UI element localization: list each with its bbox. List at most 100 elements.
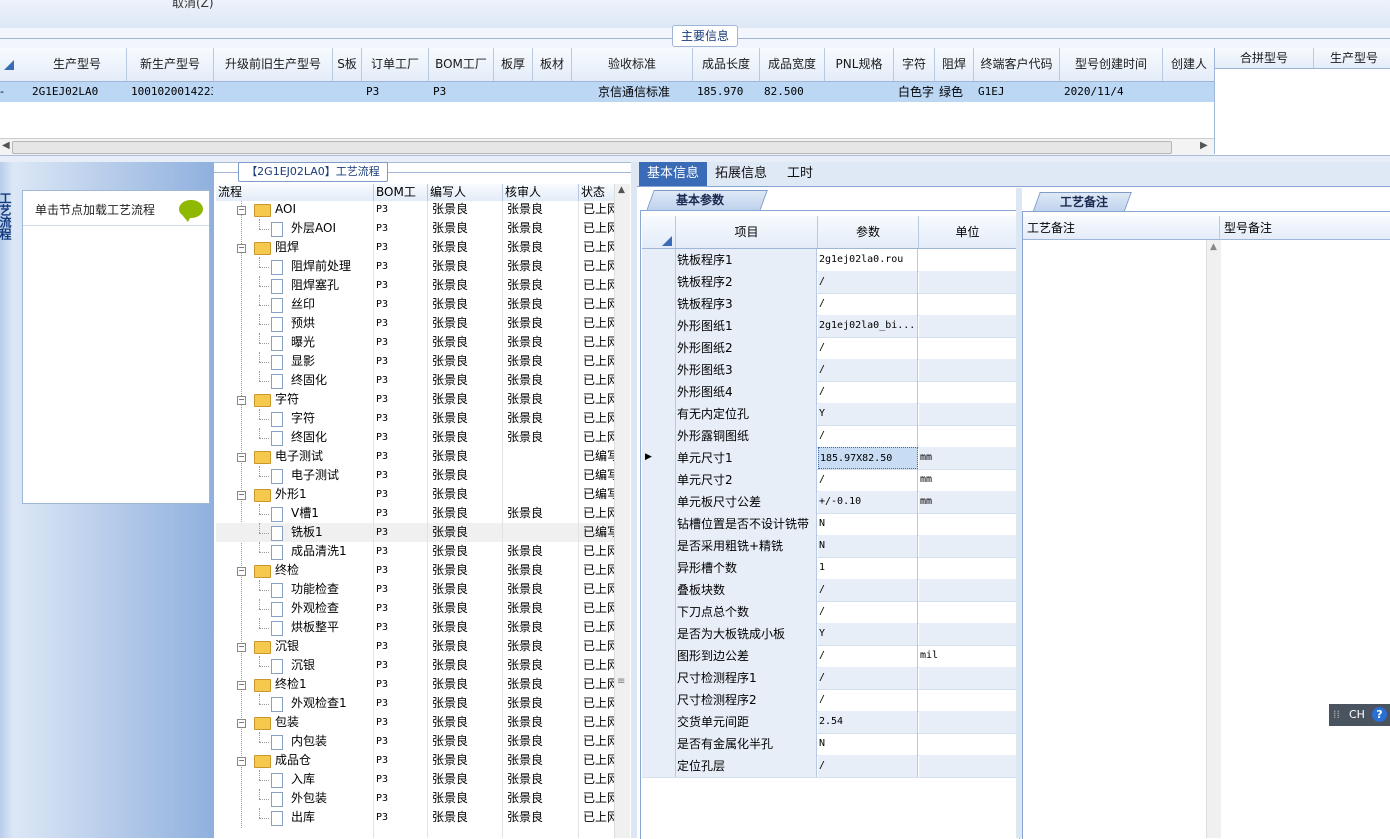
- scrollbar-thumb[interactable]: [12, 141, 1172, 154]
- param-value[interactable]: /: [818, 601, 918, 623]
- tree-node-label[interactable]: 字符: [275, 390, 299, 409]
- param-row[interactable]: 铣板程序2/: [642, 271, 1016, 294]
- col-flow[interactable]: 流程: [216, 184, 374, 201]
- tree-node-label[interactable]: AOI: [275, 201, 296, 219]
- top-col-header[interactable]: 验收标准: [572, 48, 693, 81]
- merge-col-header[interactable]: 合拼型号: [1215, 48, 1314, 68]
- col-bom[interactable]: BOM工厂: [374, 184, 428, 216]
- tree-vertical-scrollbar[interactable]: ▲ ≡: [614, 184, 630, 838]
- params-title-tab[interactable]: 基本参数: [640, 188, 768, 211]
- collapse-icon[interactable]: −: [237, 681, 246, 690]
- tree-node-label[interactable]: 终检1: [275, 675, 307, 694]
- param-row[interactable]: 铣板程序3/: [642, 293, 1016, 316]
- param-value[interactable]: 2g1ej02la0.rou: [818, 249, 918, 271]
- cancel-button[interactable]: 取消(Z): [172, 0, 214, 11]
- tree-row[interactable]: − 沉银 P3 张景良 张景良 已上网: [216, 637, 616, 656]
- param-value[interactable]: N: [818, 513, 918, 535]
- tree-row[interactable]: 出库 P3 张景良 张景良 已上网: [216, 808, 616, 827]
- tree-node-label[interactable]: 终固化: [291, 371, 327, 390]
- top-col-header[interactable]: BOM工厂: [429, 48, 494, 81]
- tree-node-label[interactable]: V槽1: [291, 504, 319, 523]
- table-cell[interactable]: 京信通信标准: [572, 82, 692, 102]
- param-row[interactable]: 图形到边公差 / mil: [642, 645, 1016, 668]
- collapse-icon[interactable]: −: [237, 244, 246, 253]
- top-col-header[interactable]: 成品宽度: [760, 48, 825, 81]
- tree-node-label[interactable]: 阻焊塞孔: [291, 276, 339, 295]
- tree-row[interactable]: 功能检查 P3 张景良 张景良 已上网: [216, 580, 616, 599]
- param-value[interactable]: N: [818, 535, 918, 557]
- param-value[interactable]: Y: [818, 403, 918, 425]
- top-col-header[interactable]: 字符: [894, 48, 935, 81]
- param-value[interactable]: 2.54: [818, 711, 918, 733]
- scroll-left-icon[interactable]: ◀: [2, 140, 10, 151]
- tree-row[interactable]: 字符 P3 张景良 张景良 已上网: [216, 409, 616, 428]
- param-value[interactable]: /: [818, 689, 918, 711]
- param-row[interactable]: 外形图纸2/: [642, 337, 1016, 360]
- speech-bubble-icon[interactable]: [179, 200, 203, 222]
- table-cell[interactable]: 82.500: [760, 82, 824, 102]
- param-value[interactable]: /: [818, 359, 918, 381]
- select-all-corner[interactable]: [4, 60, 14, 70]
- top-col-header[interactable]: 升级前旧生产型号: [214, 48, 333, 81]
- remarks-scrollbar[interactable]: ▲: [1206, 240, 1221, 838]
- side-tab-process[interactable]: 工艺流程: [0, 192, 14, 240]
- tree-node-label[interactable]: 电子测试: [291, 466, 339, 485]
- help-icon[interactable]: ?: [1372, 707, 1387, 722]
- table-cell[interactable]: [1163, 82, 1215, 102]
- param-row[interactable]: 定位孔层 /: [642, 755, 1016, 778]
- param-row[interactable]: 钻槽位置是否不设计铣带 N: [642, 513, 1016, 536]
- param-row[interactable]: 单元板尺寸公差 +/-0.10 mm: [642, 491, 1016, 514]
- param-value[interactable]: 2g1ej02la0_bi...: [818, 315, 918, 337]
- tree-row[interactable]: V槽1 P3 张景良 张景良 已上网: [216, 504, 616, 523]
- param-value[interactable]: 185.97X82.50: [818, 447, 918, 469]
- tree-node-label[interactable]: 字符: [291, 409, 315, 428]
- param-value[interactable]: Y: [818, 623, 918, 645]
- top-col-header[interactable]: 阻焊: [935, 48, 974, 81]
- table-cell[interactable]: 绿色: [935, 82, 973, 102]
- process-remark-header[interactable]: 工艺备注: [1023, 216, 1220, 240]
- table-cell[interactable]: [333, 82, 361, 102]
- tree-row[interactable]: − 阻焊 P3 张景良 张景良 已上网: [216, 238, 616, 257]
- scroll-up-icon[interactable]: ▲: [1210, 242, 1217, 252]
- tree-row[interactable]: − 外形1 P3 张景良 已编写: [216, 485, 616, 504]
- tree-row[interactable]: − 终检 P3 张景良 张景良 已上网: [216, 561, 616, 580]
- tree-row[interactable]: 外观检查 P3 张景良 张景良 已上网: [216, 599, 616, 618]
- collapse-icon[interactable]: −: [237, 396, 246, 405]
- tree-row[interactable]: − 包装 P3 张景良 张景良 已上网: [216, 713, 616, 732]
- top-col-header[interactable]: 订单工厂: [362, 48, 429, 81]
- remarks-title-tab[interactable]: 工艺备注: [1030, 190, 1132, 213]
- param-value[interactable]: /: [818, 579, 918, 601]
- table-cell[interactable]: [214, 82, 332, 102]
- param-value[interactable]: +/-0.10: [818, 491, 918, 513]
- tree-row[interactable]: 铣板1 P3 张景良 已编写: [216, 523, 616, 542]
- param-value[interactable]: /: [818, 293, 918, 315]
- table-cell[interactable]: 2G1EJ02LA0: [28, 82, 126, 102]
- top-col-header[interactable]: 板厚: [494, 48, 533, 81]
- col-value[interactable]: 参数: [818, 216, 919, 248]
- remarks-splitter[interactable]: [1016, 188, 1022, 838]
- tab-extended-info[interactable]: 拓展信息: [707, 162, 775, 186]
- table-cell[interactable]: P3: [362, 82, 428, 102]
- tree-row[interactable]: 阻焊前处理 P3 张景良 张景良 已上网: [216, 257, 616, 276]
- tree-node-label[interactable]: 显影: [291, 352, 315, 371]
- param-row[interactable]: 尺寸检测程序2/: [642, 689, 1016, 712]
- param-value[interactable]: /: [818, 381, 918, 403]
- param-value[interactable]: /: [818, 337, 918, 359]
- col-unit[interactable]: 单位: [919, 216, 1016, 248]
- table-cell[interactable]: [533, 82, 571, 102]
- col-item[interactable]: 项目: [676, 216, 818, 248]
- tree-node-label[interactable]: 终检: [275, 561, 299, 580]
- ime-indicator[interactable]: ⁞⁞ CH ?: [1329, 704, 1390, 726]
- table-cell[interactable]: P3: [429, 82, 493, 102]
- param-row[interactable]: 铣板程序1 2g1ej02la0.rou: [642, 249, 1016, 272]
- table-cell[interactable]: [825, 82, 893, 102]
- tree-node-label[interactable]: 内包装: [291, 732, 327, 751]
- tree-row[interactable]: 阻焊塞孔 P3 张景良 张景良 已上网: [216, 276, 616, 295]
- table-cell[interactable]: 10010200142239: [127, 82, 213, 102]
- top-col-header[interactable]: 终端客户代码: [974, 48, 1060, 81]
- tree-node-label[interactable]: 入库: [291, 770, 315, 789]
- param-value[interactable]: /: [818, 271, 918, 293]
- table-cell[interactable]: G1EJ: [974, 82, 1059, 102]
- tree-node-label[interactable]: 沉银: [275, 637, 299, 656]
- param-value[interactable]: /: [818, 469, 918, 491]
